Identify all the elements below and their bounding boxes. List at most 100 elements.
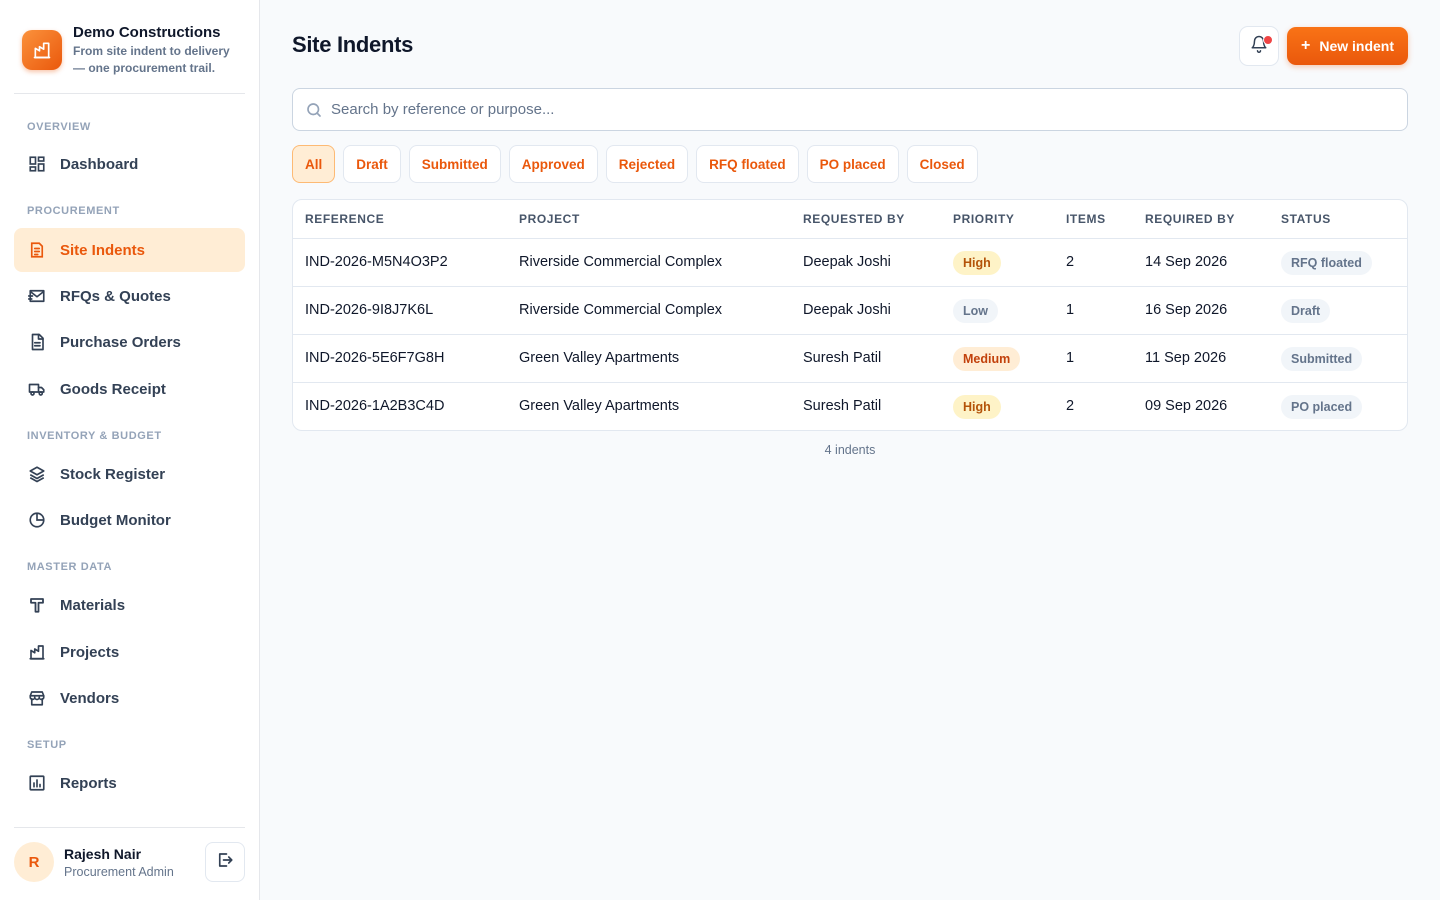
plus-icon: + (1300, 37, 1311, 54)
sidebar-item-site-indents[interactable]: Site Indents (14, 228, 245, 272)
status-badge: PO placed (1281, 395, 1363, 419)
logout-icon (216, 851, 234, 874)
cell-requested-by: Suresh Patil (803, 350, 882, 366)
search-icon (305, 101, 323, 124)
cell-project: Riverside Commercial Complex (519, 254, 723, 270)
cell-project: Riverside Commercial Complex (519, 302, 723, 318)
page-title: Site Indents (292, 32, 414, 57)
section-label-inventory: INVENTORY & BUDGET (27, 430, 162, 442)
column-header-reference[interactable]: REFERENCE (305, 212, 384, 226)
mail-send-icon (27, 286, 47, 306)
sidebar-item-label: Goods Receipt (60, 380, 166, 398)
section-label-overview: OVERVIEW (27, 121, 91, 133)
section-label-procurement: PROCUREMENT (27, 205, 120, 217)
section-label-master-data: MASTER DATA (27, 561, 113, 573)
sidebar-item-label: Dashboard (60, 155, 139, 173)
table-row[interactable]: IND-2026-M5N4O3P2 Riverside Commercial C… (293, 239, 1407, 287)
filter-approved[interactable]: Approved (508, 145, 598, 183)
priority-badge: High (953, 251, 1001, 275)
search-input[interactable] (331, 89, 1391, 130)
column-header-priority[interactable]: PRIORITY (953, 212, 1014, 226)
table-row[interactable]: IND-2026-5E6F7G8H Green Valley Apartment… (293, 335, 1407, 383)
table-body: IND-2026-M5N4O3P2 Riverside Commercial C… (293, 239, 1407, 430)
search-box (292, 88, 1408, 131)
sidebar-item-projects[interactable]: Projects (14, 630, 245, 674)
layers-icon (27, 464, 47, 484)
sidebar-item-label: Vendors (60, 689, 120, 707)
user-name: Rajesh Nair (64, 846, 142, 862)
priority-badge: Low (953, 299, 998, 323)
indent-count: 4 indents (824, 443, 876, 457)
sidebar-item-budget-monitor[interactable]: Budget Monitor (14, 498, 245, 542)
sidebar-item-label: Materials (60, 596, 126, 614)
section-label-setup: SETUP (27, 739, 67, 751)
sidebar-item-reports[interactable]: Reports (14, 761, 245, 805)
column-header-requested-by[interactable]: REQUESTED BY (803, 212, 905, 226)
filter-closed[interactable]: Closed (906, 145, 978, 183)
cell-reference: IND-2026-9I8J7K6L (305, 302, 434, 318)
sidebar-item-materials[interactable]: Materials (14, 583, 245, 627)
new-indent-button[interactable]: + New indent (1287, 27, 1408, 65)
sidebar-item-label: Site Indents (60, 241, 146, 259)
cell-requested-by: Suresh Patil (803, 398, 882, 414)
filter-draft[interactable]: Draft (343, 145, 401, 183)
cell-project: Green Valley Apartments (519, 398, 680, 414)
sidebar: Demo Constructions From site indent to d… (0, 0, 260, 900)
table-row[interactable]: IND-2026-9I8J7K6L Riverside Commercial C… (293, 287, 1407, 335)
filter-rfq-floated[interactable]: RFQ floated (696, 145, 799, 183)
truck-icon (27, 379, 47, 399)
divider (14, 827, 245, 828)
cell-requested-by: Deepak Joshi (803, 302, 891, 318)
divider (14, 93, 245, 94)
sidebar-item-vendors[interactable]: Vendors (14, 676, 245, 720)
sidebar-item-label: Purchase Orders (60, 333, 181, 351)
notification-dot (1263, 35, 1273, 45)
priority-badge: High (953, 395, 1001, 419)
priority-badge: Medium (953, 347, 1021, 371)
column-header-status[interactable]: STATUS (1281, 212, 1331, 226)
cell-required-by: 16 Sep 2026 (1145, 302, 1228, 318)
grid-icon (27, 154, 47, 174)
column-header-project[interactable]: PROJECT (519, 212, 580, 226)
filter-all[interactable]: All (292, 145, 336, 183)
sidebar-item-label: Reports (60, 774, 117, 792)
cell-reference: IND-2026-5E6F7G8H (305, 350, 445, 366)
filter-po-placed[interactable]: PO placed (806, 145, 899, 183)
sidebar-item-label: Budget Monitor (60, 511, 171, 529)
logout-button[interactable] (205, 842, 245, 882)
pie-chart-icon (27, 510, 47, 530)
status-badge: Draft (1281, 299, 1331, 323)
store-icon (27, 688, 47, 708)
hammer-icon (27, 595, 47, 615)
bar-chart-icon (27, 773, 47, 793)
sidebar-item-rfqs-quotes[interactable]: RFQs & Quotes (14, 274, 245, 318)
cell-project: Green Valley Apartments (519, 350, 680, 366)
user-role: Procurement Admin (64, 865, 174, 879)
sidebar-item-label: RFQs & Quotes (60, 287, 171, 305)
sidebar-item-dashboard[interactable]: Dashboard (14, 142, 245, 186)
brand: Demo Constructions From site indent to d… (22, 24, 244, 94)
clipboard-list-icon (27, 240, 47, 260)
status-badge: RFQ floated (1281, 251, 1372, 275)
sidebar-item-goods-receipt[interactable]: Goods Receipt (14, 367, 245, 411)
cell-required-by: 11 Sep 2026 (1145, 350, 1227, 366)
filter-submitted[interactable]: Submitted (408, 145, 501, 183)
brand-name: Demo Constructions (73, 24, 221, 41)
sidebar-item-stock-register[interactable]: Stock Register (14, 452, 245, 496)
avatar[interactable]: R (14, 842, 54, 882)
sidebar-item-label: Stock Register (60, 465, 166, 483)
cell-reference: IND-2026-M5N4O3P2 (305, 254, 448, 270)
filter-rejected[interactable]: Rejected (605, 145, 689, 183)
column-header-required-by[interactable]: REQUIRED BY (1145, 212, 1235, 226)
cell-reference: IND-2026-1A2B3C4D (305, 398, 445, 414)
notifications-button[interactable] (1239, 26, 1279, 66)
sidebar-item-purchase-orders[interactable]: Purchase Orders (14, 320, 245, 364)
sidebar-item-label: Projects (60, 643, 120, 661)
indents-table: REFERENCE PROJECT REQUESTED BY PRIORITY … (292, 199, 1408, 431)
cell-requested-by: Deepak Joshi (803, 254, 891, 270)
column-header-items[interactable]: ITEMS (1066, 212, 1106, 226)
status-badge: Submitted (1281, 347, 1363, 371)
cell-items: 1 (1066, 302, 1075, 318)
table-row[interactable]: IND-2026-1A2B3C4D Green Valley Apartment… (293, 383, 1407, 430)
cell-required-by: 09 Sep 2026 (1145, 398, 1228, 414)
